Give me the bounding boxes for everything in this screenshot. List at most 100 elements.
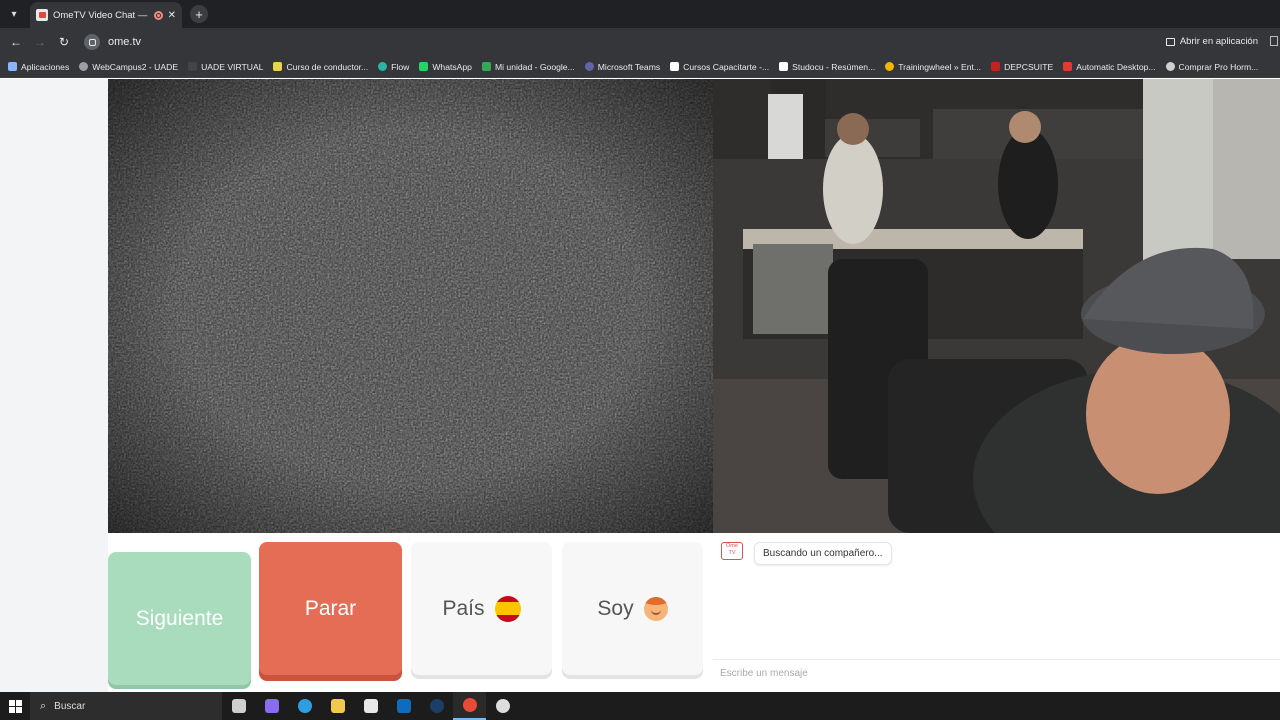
steam-icon [429, 699, 444, 713]
tab-title: OmeTV Video Chat — Ome [53, 9, 149, 21]
address-bar[interactable]: ome.tv [84, 34, 141, 50]
bookmark-label: Aplicaciones [21, 61, 70, 72]
gender-button[interactable]: Soy [562, 542, 703, 675]
globe-icon [79, 62, 89, 71]
url-text: ome.tv [108, 36, 142, 48]
close-tab-icon[interactable]: ✕ [168, 10, 176, 21]
outlook-icon [396, 699, 411, 713]
screen: ▾ OmeTV Video Chat — Ome ✕ + ← → ↻ ome.t… [0, 0, 1280, 720]
whatsapp-icon [419, 62, 429, 71]
bookmark-label: Trainingwheel » Ent... [898, 61, 982, 72]
new-tab-button[interactable]: + [190, 5, 208, 23]
country-button[interactable]: País [411, 542, 552, 675]
stop-button[interactable]: Parar [259, 542, 402, 675]
ometv-favicon-icon [36, 9, 48, 21]
bookmark-item[interactable]: Studocu - Resúmen... [779, 62, 875, 72]
side-panel-icon[interactable] [1270, 36, 1278, 46]
depcsuite-icon [991, 62, 1001, 71]
taskbar-app-button[interactable] [222, 692, 255, 720]
taskbar-app-button[interactable] [255, 692, 288, 720]
copilot-icon [264, 699, 279, 713]
taskbar-apps [222, 692, 519, 720]
bookmark-label: UADE VIRTUAL [201, 61, 264, 72]
user-icon [1165, 62, 1175, 71]
next-button-label: Siguiente [135, 606, 224, 630]
chat-panel: Ome TV Buscando un compañero... Escribe … [713, 533, 1280, 692]
teams-icon [584, 62, 594, 71]
boy-emoji-icon [643, 596, 668, 621]
bookmark-item[interactable]: Automatic Desktop... [1063, 61, 1156, 72]
drive-icon [481, 62, 491, 71]
system-message: Buscando un compañero... [754, 542, 892, 565]
static-noise-graphic [108, 79, 713, 533]
desktop-icon [1063, 62, 1073, 71]
studocu-icon [779, 62, 789, 71]
tab-search-icon[interactable]: ▾ [0, 0, 28, 28]
forward-icon[interactable]: → [28, 35, 52, 49]
taskbar-app-button[interactable] [420, 692, 453, 720]
capacitarte-icon [670, 62, 680, 71]
open-in-app-button[interactable]: Abrir en aplicación [1165, 36, 1258, 47]
open-app-icon [1165, 37, 1175, 46]
bookmark-label: Cursos Capacitarte -... [683, 61, 770, 72]
back-icon[interactable]: ← [4, 35, 28, 49]
next-button[interactable]: Siguiente [108, 552, 251, 685]
bookmark-item[interactable]: DEPCSUITE [991, 62, 1053, 72]
taskbar-search[interactable]: ⌕ Buscar [30, 692, 222, 720]
self-camera-video [713, 79, 1280, 533]
bookmark-label: Studocu - Resúmen... [792, 61, 876, 72]
stop-button-label: Parar [304, 596, 357, 620]
gender-button-label: Soy [597, 596, 634, 620]
bookmark-item[interactable]: WebCampus2 - UADE [79, 62, 178, 72]
ometv-page: Siguiente Parar País Soy Ome TV Buscando… [0, 79, 1280, 692]
bookmark-item[interactable]: Microsoft Teams [584, 61, 661, 72]
camera-feed-kitchen-image [713, 79, 1280, 533]
bookmark-item[interactable]: Curso de conductor... [273, 62, 368, 72]
bookmark-label: Automatic Desktop... [1076, 61, 1156, 72]
file-explorer-icon [330, 699, 345, 713]
recording-indicator-icon [153, 10, 163, 20]
bookmark-label: WebCampus2 - UADE [92, 61, 179, 72]
bookmark-item[interactable]: Trainingwheel » Ent... [885, 62, 981, 72]
bookmark-item[interactable]: Comprar Pro Horm... [1165, 62, 1258, 72]
obs-icon [495, 699, 510, 713]
partner-video-static [108, 79, 713, 533]
country-button-label: País [442, 596, 485, 620]
flow-icon [378, 62, 388, 71]
bookmark-item[interactable]: Flow [378, 62, 409, 72]
message-input[interactable]: Escribe un mensaje [713, 659, 1280, 687]
taskbar-app-button[interactable] [354, 692, 387, 720]
browser-tab[interactable]: OmeTV Video Chat — Ome ✕ [30, 2, 182, 28]
bookmark-item[interactable]: Cursos Capacitarte -... [670, 62, 769, 72]
open-in-app-label: Abrir en aplicación [1179, 36, 1258, 47]
bookmark-label: Flow [391, 61, 410, 72]
trainingwheel-icon [885, 62, 895, 71]
folder-icon [273, 62, 283, 71]
bookmark-item[interactable]: UADE VIRTUAL [188, 62, 263, 72]
bookmark-label: Mi unidad - Google... [494, 61, 575, 72]
bookmark-label: Microsoft Teams [597, 61, 661, 72]
bookmarks-bar: Aplicaciones WebCampus2 - UADE UADE VIRTUA… [0, 56, 1280, 78]
bookmark-item[interactable]: Aplicaciones [8, 62, 69, 72]
chrome-icon [462, 698, 477, 712]
start-button[interactable] [0, 692, 30, 720]
taskbar-app-button[interactable] [387, 692, 420, 720]
spain-flag-icon [494, 595, 521, 622]
reload-icon[interactable]: ↻ [52, 35, 76, 49]
bookmark-label: Curso de conductor... [286, 61, 369, 72]
site-info-icon[interactable] [84, 34, 100, 50]
taskbar-app-button[interactable] [321, 692, 354, 720]
bookmark-item[interactable]: Mi unidad - Google... [481, 61, 575, 72]
windows-taskbar: ⌕ Buscar [0, 692, 1280, 720]
taskbar-app-button[interactable] [453, 692, 486, 720]
bookmark-item[interactable]: WhatsApp [419, 62, 472, 72]
taskbar-app-button[interactable] [486, 692, 519, 720]
search-icon: ⌕ [40, 699, 47, 712]
browser-tabstrip: ▾ OmeTV Video Chat — Ome ✕ + [0, 0, 1280, 28]
windows-logo-icon [8, 699, 22, 713]
store-icon [363, 699, 378, 713]
taskbar-app-button[interactable] [288, 692, 321, 720]
ometv-bot-icon: Ome TV [721, 542, 743, 560]
bookmark-label: WhatsApp [432, 61, 472, 72]
task-view-icon [231, 699, 246, 713]
